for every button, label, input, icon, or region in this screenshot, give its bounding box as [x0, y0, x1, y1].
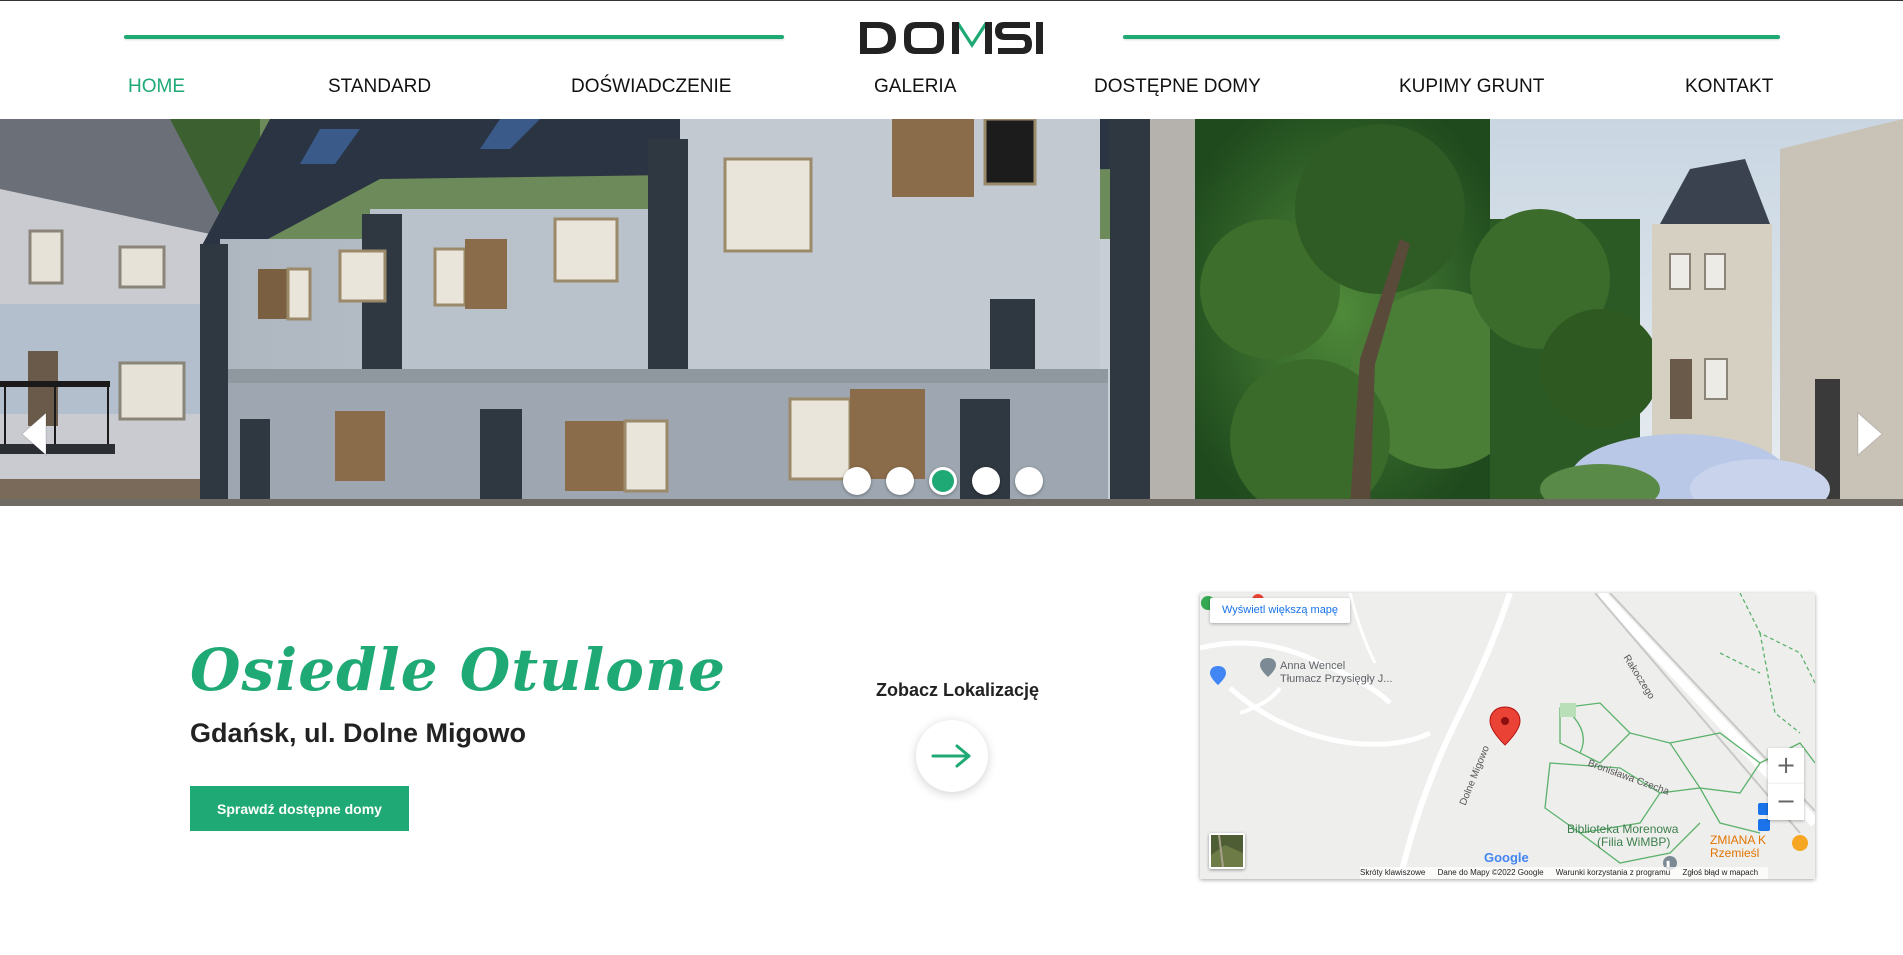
satellite-thumbnail-icon	[1211, 835, 1243, 867]
nav-galeria[interactable]: GALERIA	[874, 76, 956, 98]
estate-title: Osiedle Otulone	[190, 636, 727, 704]
google-logo-text: Google	[1484, 850, 1529, 865]
map-data-attribution: Dane do Mapy ©2022 Google	[1437, 868, 1544, 877]
map-zoom-out-button[interactable]: −	[1768, 784, 1804, 820]
map-report-error-link[interactable]: Zgłoś błąd w mapach	[1682, 868, 1758, 877]
map-zoom-in-button[interactable]: +	[1768, 748, 1804, 784]
estate-address: Gdańsk, ul. Dolne Migowo	[190, 718, 527, 748]
slider-dot-3-active[interactable]	[929, 467, 957, 495]
map-poi-translator[interactable]: Anna Wencel Tłumacz Przysięgły J...	[1280, 660, 1392, 686]
nav-standard[interactable]: STANDARD	[328, 76, 431, 98]
main-navigation: HOME STANDARD DOŚWIADCZENIE GALERIA DOST…	[0, 76, 1903, 104]
map-poi-translator-line1: Anna Wencel	[1280, 660, 1346, 672]
slider-pagination	[0, 467, 1903, 497]
map-poi-translator-line2: Tłumacz Przysięgły J...	[1280, 673, 1393, 685]
slider-dot-2[interactable]	[886, 467, 914, 495]
check-available-houses-button[interactable]: Sprawdź dostępne domy	[190, 786, 409, 831]
map-footer: Skróty klawiszowe Dane do Mapy ©2022 Goo…	[1360, 867, 1769, 879]
hero-slider	[0, 119, 1903, 506]
see-location-label: Zobacz Lokalizację	[876, 680, 1040, 700]
nav-kupimy-grunt[interactable]: KUPIMY GRUNT	[1399, 76, 1544, 98]
map-poi-orange-line2: Rzemieśl	[1710, 846, 1760, 860]
slider-dot-4[interactable]	[972, 467, 1000, 495]
map-poi-orange[interactable]: ZMIANA K Rzemieśl	[1710, 834, 1766, 860]
slider-dot-1[interactable]	[843, 467, 871, 495]
arrow-right-icon	[931, 744, 971, 768]
google-map-embed[interactable]: ▮ Wyświetl większą mapę Anna Wencel Tłum…	[1200, 593, 1815, 879]
map-satellite-toggle-button[interactable]	[1209, 833, 1245, 869]
chevron-right-icon[interactable]	[1848, 409, 1888, 459]
map-poi-library[interactable]: Biblioteka Morenowa (Filia WiMBP)	[1567, 823, 1678, 849]
header-decorative-line-left	[124, 35, 784, 39]
map-terms-link[interactable]: Warunki korzystania z programu	[1556, 868, 1670, 877]
view-larger-map-link[interactable]: Wyświetl większą mapę	[1210, 598, 1351, 623]
nav-home[interactable]: HOME	[128, 76, 185, 98]
domsi-logo[interactable]	[858, 18, 1044, 58]
slider-dot-5[interactable]	[1015, 467, 1043, 495]
nav-doswiadczenie[interactable]: DOŚWIADCZENIE	[571, 76, 731, 98]
nav-kontakt[interactable]: KONTAKT	[1685, 76, 1773, 98]
nav-dostepne-domy[interactable]: DOSTĘPNE DOMY	[1094, 76, 1261, 98]
map-poi-library-line2: (Filia WiMBP)	[1597, 835, 1671, 849]
map-keyboard-shortcuts-link[interactable]: Skróty klawiszowe	[1360, 868, 1425, 877]
google-logo: Google	[1484, 850, 1529, 865]
top-border	[0, 0, 1903, 1]
hero-slide-image	[0, 119, 1903, 506]
header-decorative-line-right	[1123, 35, 1780, 39]
chevron-left-icon[interactable]	[16, 409, 56, 459]
see-location-button[interactable]	[916, 720, 988, 792]
